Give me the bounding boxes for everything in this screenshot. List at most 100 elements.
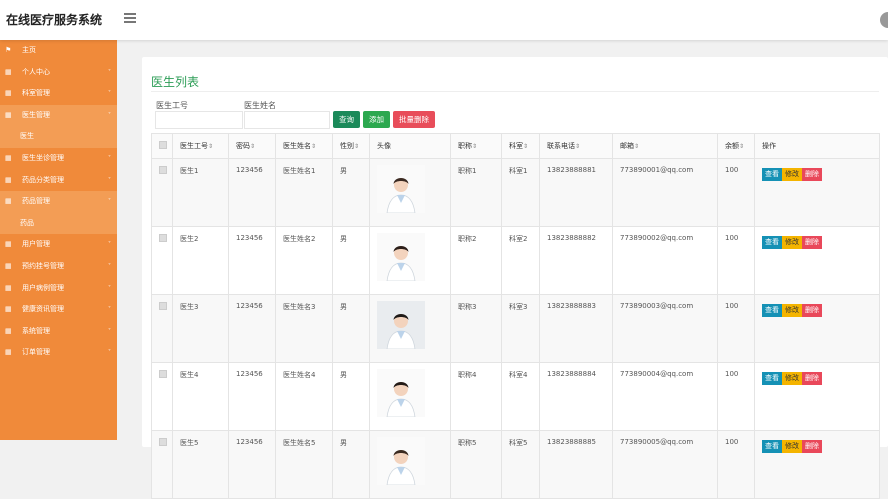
row-checkbox[interactable] [159, 166, 167, 174]
row-checkbox[interactable] [159, 302, 167, 310]
sidebar-item[interactable]: ▦ 系统管理 ˅ [0, 321, 117, 343]
select-all-checkbox[interactable] [159, 141, 167, 149]
row-checkbox[interactable] [159, 370, 167, 378]
sidebar-item[interactable]: ▦ 预约挂号管理 ˅ [0, 256, 117, 278]
sort-icon[interactable]: ⇕ [575, 143, 580, 150]
column-header[interactable]: 科室⇕ [501, 133, 540, 159]
dept-cell: 科室4 [501, 362, 540, 431]
grid-icon: ▦ [5, 175, 12, 184]
chevron-down-icon: ˅ [108, 349, 111, 357]
sidebar-item-label: 系统管理 [22, 326, 50, 335]
sidebar-subitem[interactable]: 药品 [0, 212, 117, 235]
view-button[interactable]: 查看 [762, 168, 782, 181]
row-select-cell [151, 430, 173, 499]
actions-cell: 查看 修改 删除 [754, 430, 880, 499]
grid-icon: ▦ [5, 110, 12, 119]
sidebar-item[interactable]: ▦ 药品管理 ˅ [0, 191, 117, 213]
column-header[interactable]: 医生工号⇕ [172, 133, 229, 159]
sort-icon[interactable]: ⇕ [311, 143, 316, 150]
sidebar-item-label: 健康资讯管理 [22, 305, 64, 314]
column-header[interactable]: 医生姓名⇕ [275, 133, 333, 159]
doctor-name-input[interactable] [244, 111, 330, 129]
column-header[interactable]: 联系电话⇕ [539, 133, 613, 159]
name-cell: 医生姓名3 [275, 294, 333, 363]
search-button[interactable]: 查询 [333, 111, 360, 128]
balance-cell: 100 [717, 226, 755, 295]
sort-icon[interactable]: ⇕ [354, 143, 359, 150]
chevron-down-icon: ˅ [108, 262, 111, 270]
title-cell: 职称1 [450, 158, 502, 227]
menu-toggle-icon[interactable] [124, 13, 136, 23]
edit-button[interactable]: 修改 [782, 372, 802, 385]
sidebar-item[interactable]: ▦ 用户病例管理 ˅ [0, 278, 117, 300]
delete-button[interactable]: 删除 [802, 168, 822, 181]
doctor-no-cell: 医生4 [172, 362, 229, 431]
chevron-down-icon: ˅ [108, 241, 111, 249]
photo-cell [369, 430, 451, 499]
sidebar-item[interactable]: ▦ 用户管理 ˅ [0, 234, 117, 256]
chevron-down-icon: ˅ [108, 198, 111, 206]
column-header-label: 头像 [377, 142, 391, 150]
column-header[interactable]: 密码⇕ [228, 133, 276, 159]
view-button[interactable]: 查看 [762, 440, 782, 453]
chevron-down-icon: ˅ [108, 68, 111, 76]
photo-cell [369, 362, 451, 431]
grid-icon: ▦ [5, 305, 12, 314]
column-header[interactable]: 邮箱⇕ [612, 133, 718, 159]
grid-icon: ▦ [5, 261, 12, 270]
balance-cell: 100 [717, 158, 755, 227]
column-header[interactable]: 余额⇕ [717, 133, 755, 159]
sidebar-item-label: 药品分类管理 [22, 175, 64, 184]
sort-icon[interactable]: ⇕ [208, 143, 213, 150]
delete-button[interactable]: 删除 [802, 236, 822, 249]
edit-button[interactable]: 修改 [782, 168, 802, 181]
grid-icon: ▦ [5, 348, 12, 357]
sort-icon[interactable]: ⇕ [739, 143, 744, 150]
sidebar-item[interactable]: ⚑ 主页 [0, 40, 117, 62]
email-cell: 773890002@qq.com [612, 226, 718, 295]
password-cell: 123456 [228, 158, 276, 227]
sort-icon[interactable]: ⇕ [634, 143, 639, 150]
row-checkbox[interactable] [159, 438, 167, 446]
sidebar-subitem[interactable]: 医生 [0, 126, 117, 148]
doctor-no-cell: 医生5 [172, 430, 229, 499]
edit-button[interactable]: 修改 [782, 236, 802, 249]
add-button[interactable]: 添加 [363, 111, 390, 128]
column-header[interactable]: 职称⇕ [450, 133, 502, 159]
view-button[interactable]: 查看 [762, 236, 782, 249]
bulk-delete-button[interactable]: 批量删除 [393, 111, 435, 128]
doctor-no-cell: 医生1 [172, 158, 229, 227]
sidebar-item[interactable]: ▦ 订单管理 ˅ [0, 342, 117, 364]
sidebar-item[interactable]: ▦ 科室管理 ˅ [0, 83, 117, 105]
title-cell: 职称2 [450, 226, 502, 295]
sidebar-item[interactable]: ▦ 医生管理 ˅ [0, 104, 117, 127]
sidebar-item[interactable]: ▦ 药品分类管理 ˅ [0, 170, 117, 192]
column-header[interactable]: 性别⇕ [332, 133, 370, 159]
sort-icon[interactable]: ⇕ [523, 143, 528, 150]
sidebar-item[interactable]: ▦ 个人中心 ˅ [0, 62, 117, 84]
column-header-label: 邮箱 [620, 142, 634, 150]
view-button[interactable]: 查看 [762, 372, 782, 385]
view-button[interactable]: 查看 [762, 304, 782, 317]
table-header-row: 医生工号⇕ 密码⇕ 医生姓名⇕ 性别⇕ 头像 职称⇕ 科室⇕ 联系电话⇕ 邮箱⇕ 余额⇕ 操作 [151, 133, 880, 159]
sort-icon[interactable]: ⇕ [250, 143, 255, 150]
balance-cell: 100 [717, 430, 755, 499]
edit-button[interactable]: 修改 [782, 304, 802, 317]
grid-icon: ▦ [5, 240, 12, 249]
sidebar-item[interactable]: ▦ 医生坐诊管理 ˅ [0, 148, 117, 170]
edit-button[interactable]: 修改 [782, 440, 802, 453]
delete-button[interactable]: 删除 [802, 304, 822, 317]
sidebar-item-label: 订单管理 [22, 348, 50, 357]
delete-button[interactable]: 删除 [802, 440, 822, 453]
sidebar-item[interactable]: ▦ 健康资讯管理 ˅ [0, 299, 117, 321]
photo-cell [369, 294, 451, 363]
avatar[interactable] [880, 12, 888, 28]
photo-cell [369, 158, 451, 227]
sidebar-item-label: 医生坐诊管理 [22, 153, 64, 162]
delete-button[interactable]: 删除 [802, 372, 822, 385]
sort-icon[interactable]: ⇕ [472, 143, 477, 150]
doctor-no-input[interactable] [155, 111, 243, 129]
phone-cell: 13823888884 [539, 362, 613, 431]
chevron-down-icon: ˅ [108, 176, 111, 184]
row-checkbox[interactable] [159, 234, 167, 242]
